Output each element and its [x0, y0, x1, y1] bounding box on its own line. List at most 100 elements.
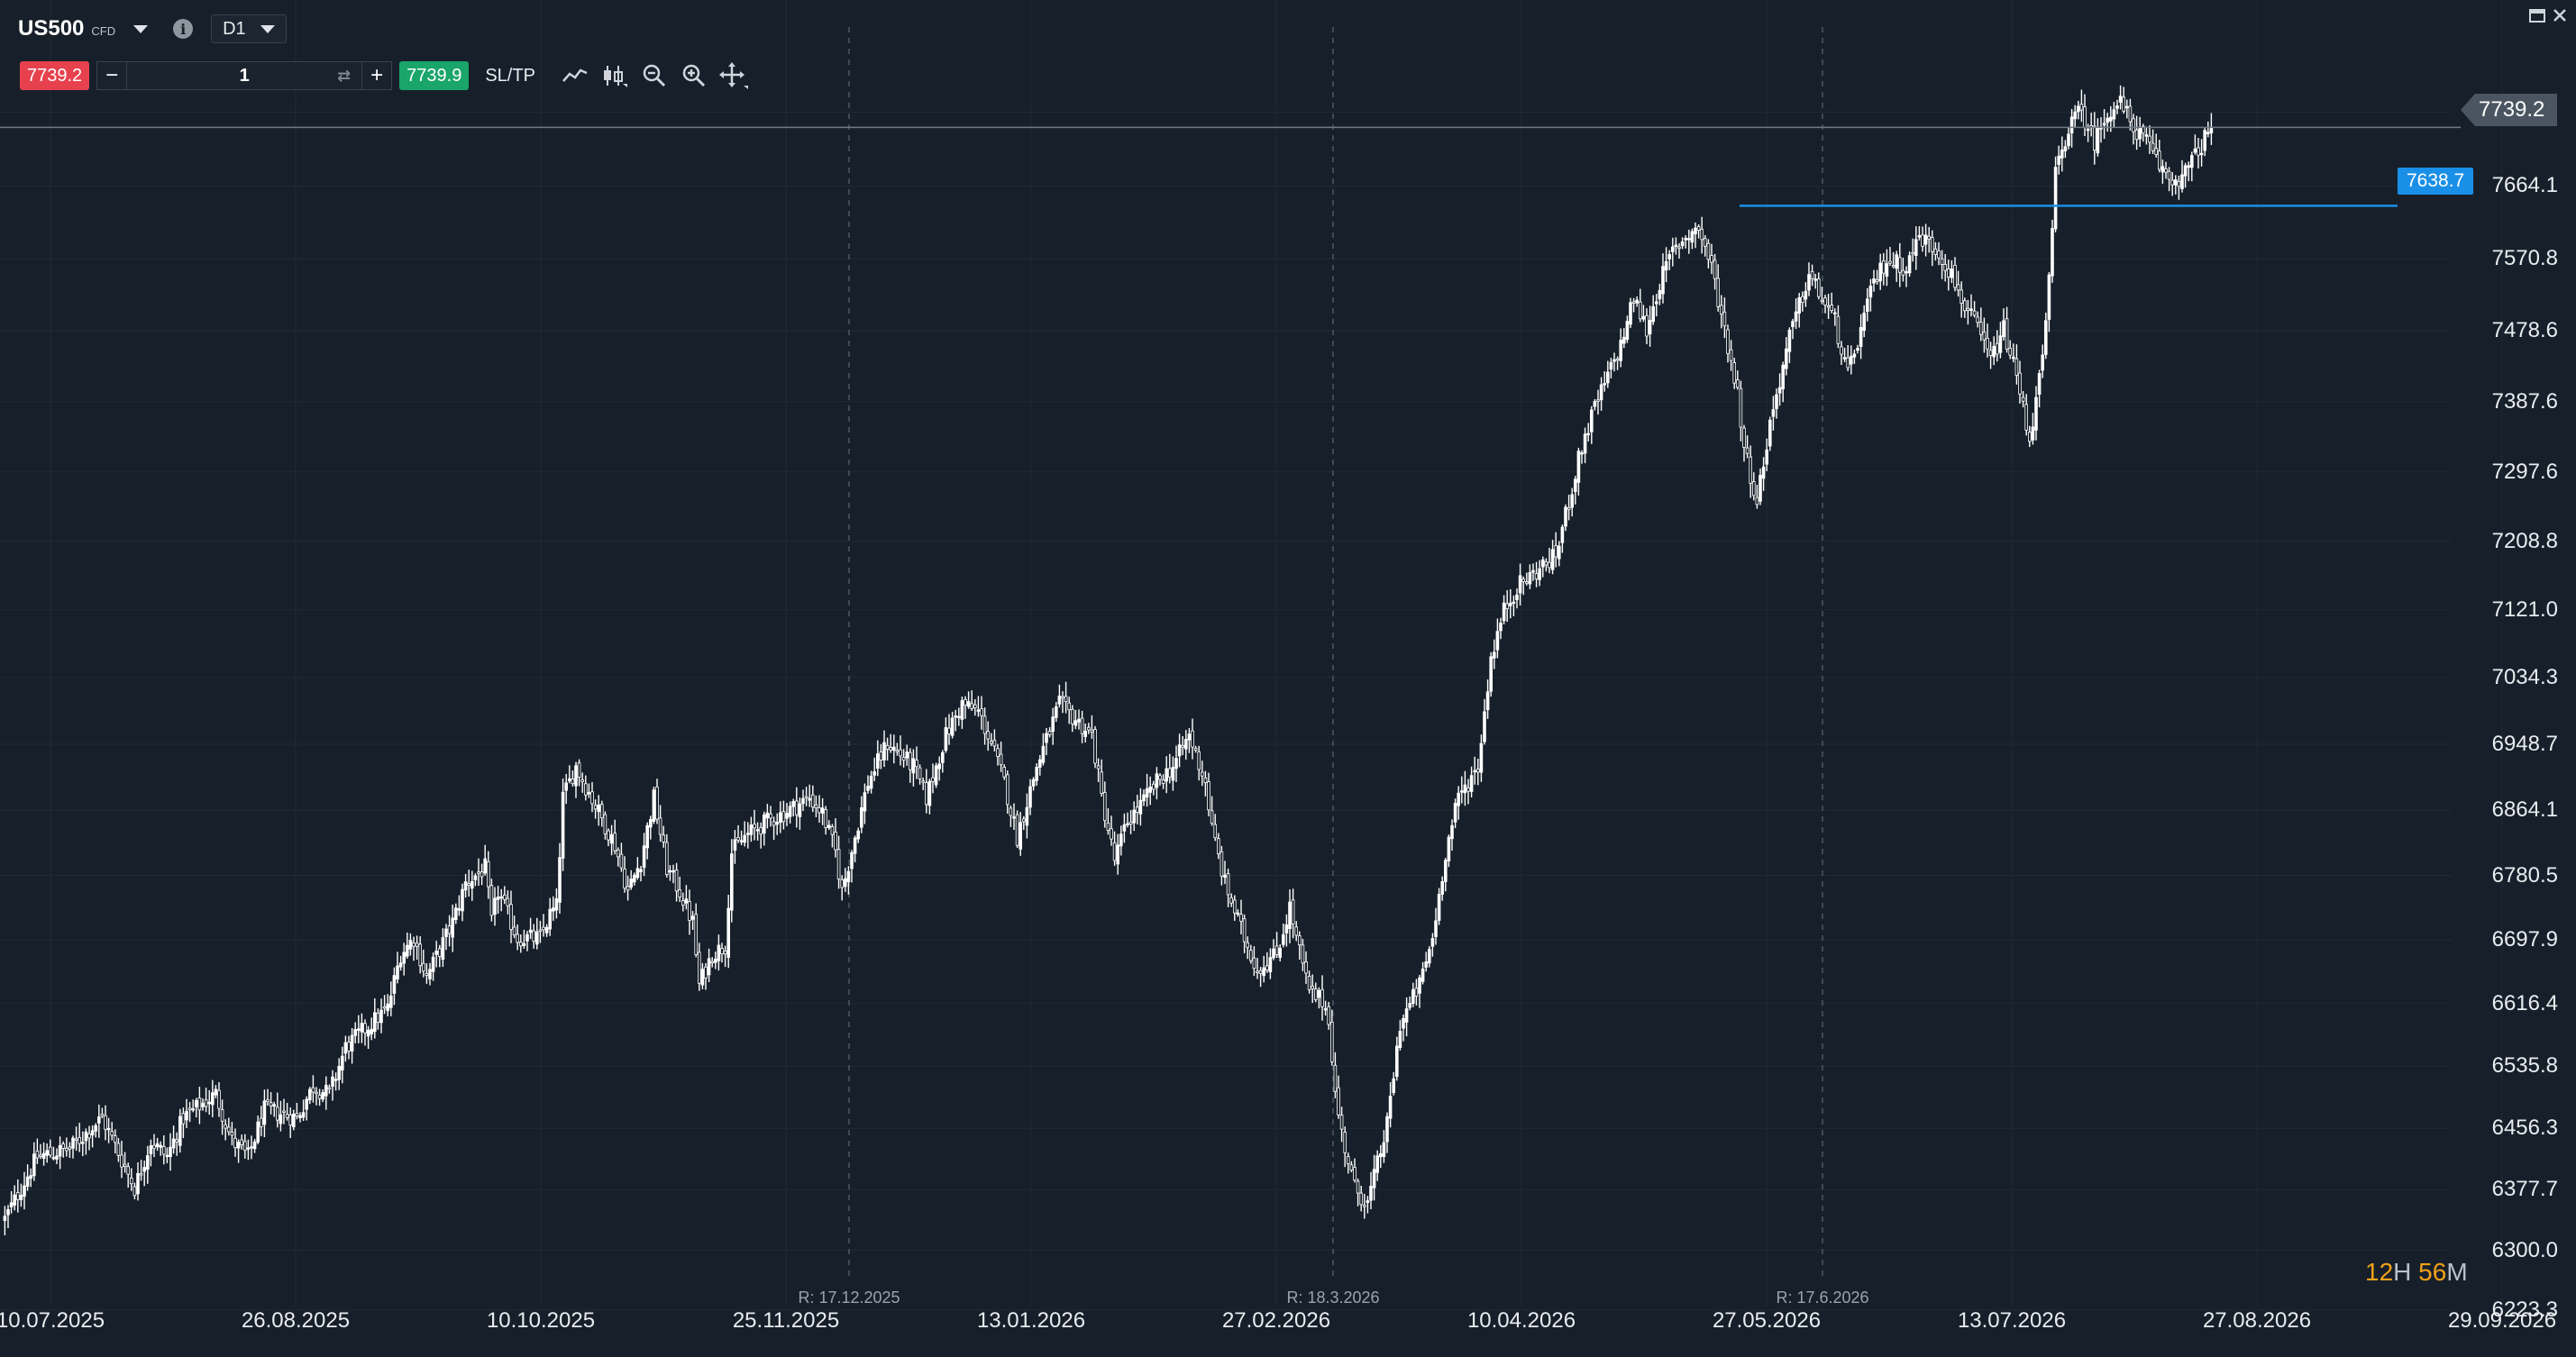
- candle-body: [577, 762, 581, 778]
- candle-body: [1022, 818, 1026, 823]
- price-chart[interactable]: [0, 0, 2576, 1357]
- candle-body: [2076, 105, 2080, 113]
- candlestick-icon[interactable]: [595, 59, 635, 92]
- candle-body: [1430, 938, 1435, 947]
- candle-body: [2197, 147, 2200, 156]
- increase-quantity-button[interactable]: +: [362, 62, 391, 89]
- y-tick-label: 7121.0: [2491, 597, 2558, 622]
- x-tick-label: 13.07.2026: [1957, 1308, 2067, 1333]
- buy-price-button[interactable]: 7739.9: [399, 61, 470, 90]
- quantity-input[interactable]: 1 ⇄: [126, 62, 363, 89]
- maximize-icon[interactable]: [2529, 7, 2545, 23]
- horizontal-line-tag[interactable]: 7638.7: [2398, 168, 2474, 195]
- candle-body: [645, 824, 649, 849]
- candle-body: [1921, 234, 1924, 247]
- candle-body: [512, 926, 516, 936]
- candle-body: [2002, 320, 2005, 338]
- candle-body: [1817, 278, 1821, 297]
- candle-body: [1655, 301, 1658, 305]
- candle-body: [1473, 770, 1477, 773]
- candle-body: [418, 943, 422, 967]
- candle-body: [590, 791, 594, 805]
- line-chart-icon[interactable]: [555, 59, 595, 92]
- quantity-stepper[interactable]: − 1 ⇄ +: [96, 61, 393, 90]
- candle-body: [6, 1208, 10, 1216]
- candle-body: [2067, 133, 2070, 147]
- rollover-label: R: 17.12.2025: [798, 1289, 900, 1307]
- candle-body: [1716, 278, 1721, 307]
- candle-body: [1025, 806, 1029, 826]
- candle-body: [674, 870, 679, 892]
- candle-body: [1317, 989, 1321, 998]
- crosshair-icon[interactable]: [714, 59, 754, 92]
- candle-body: [1343, 1132, 1347, 1153]
- decrease-quantity-button[interactable]: −: [97, 62, 126, 89]
- candle-body: [1434, 920, 1438, 937]
- symbol-label[interactable]: US500: [18, 16, 84, 41]
- candle-body: [382, 1006, 387, 1009]
- candle-body: [282, 1110, 286, 1113]
- candle-body: [681, 900, 685, 906]
- candle-body: [1823, 297, 1827, 305]
- symbol-dropdown-icon[interactable]: [133, 24, 149, 33]
- candle-body: [2024, 404, 2029, 431]
- candle-body: [1862, 312, 1867, 332]
- candle-body: [554, 897, 559, 911]
- candle-body: [658, 817, 662, 835]
- candle-body: [1836, 315, 1841, 344]
- candle-body: [1518, 575, 1522, 594]
- zoom-in-icon[interactable]: [674, 59, 714, 92]
- candle-body: [623, 869, 626, 889]
- candle-body: [808, 797, 811, 801]
- timeframe-select[interactable]: D1: [211, 14, 288, 43]
- candle-body: [1768, 419, 1772, 447]
- candle-body: [2128, 105, 2133, 123]
- candle-body: [2086, 128, 2090, 132]
- candle-body: [779, 812, 782, 824]
- candle-body: [1077, 718, 1081, 723]
- candle-body: [496, 897, 500, 900]
- info-icon[interactable]: i: [173, 19, 194, 39]
- y-tick-label: 6377.7: [2491, 1177, 2558, 1202]
- candle-body: [1696, 226, 1701, 231]
- candle-body: [1187, 733, 1192, 741]
- candle-body: [1233, 899, 1237, 914]
- candle-body: [1548, 561, 1551, 569]
- sell-price-button[interactable]: 7739.2: [20, 61, 90, 90]
- swap-units-icon[interactable]: ⇄: [337, 67, 351, 86]
- candle-body: [846, 870, 851, 882]
- candle-body: [100, 1113, 105, 1116]
- candle-body: [1256, 970, 1259, 973]
- close-icon[interactable]: [2553, 8, 2567, 23]
- candle-body: [1586, 433, 1591, 435]
- candle-body: [1067, 702, 1072, 711]
- timeframe-value: D1: [223, 18, 246, 39]
- candle-body: [1398, 1031, 1402, 1049]
- candle-body: [1274, 945, 1279, 955]
- candle-body: [635, 868, 640, 879]
- candle-body: [165, 1154, 169, 1157]
- y-tick-label: 6456.3: [2491, 1116, 2558, 1141]
- candle-body: [2031, 426, 2035, 441]
- candle-body: [272, 1104, 276, 1107]
- candle-body: [759, 826, 763, 835]
- candle-body: [51, 1157, 56, 1160]
- candle-body: [2170, 179, 2175, 186]
- candle-body: [1667, 253, 1672, 260]
- candle-body: [288, 1114, 292, 1125]
- candle-body: [1485, 691, 1490, 711]
- zoom-out-icon[interactable]: [635, 59, 674, 92]
- candle-body: [1713, 260, 1717, 279]
- candle-body: [593, 805, 598, 810]
- candle-body: [1119, 833, 1123, 847]
- candle-body: [1126, 823, 1129, 825]
- candle-body: [2180, 174, 2184, 189]
- candle-body: [139, 1173, 143, 1176]
- candle-body: [1521, 578, 1526, 582]
- candle-body: [434, 951, 438, 955]
- candle-body: [155, 1143, 160, 1148]
- candle-body: [13, 1194, 17, 1206]
- candle-body: [1031, 779, 1036, 787]
- sltp-button[interactable]: SL/TP: [485, 66, 535, 87]
- candle-body: [558, 857, 562, 903]
